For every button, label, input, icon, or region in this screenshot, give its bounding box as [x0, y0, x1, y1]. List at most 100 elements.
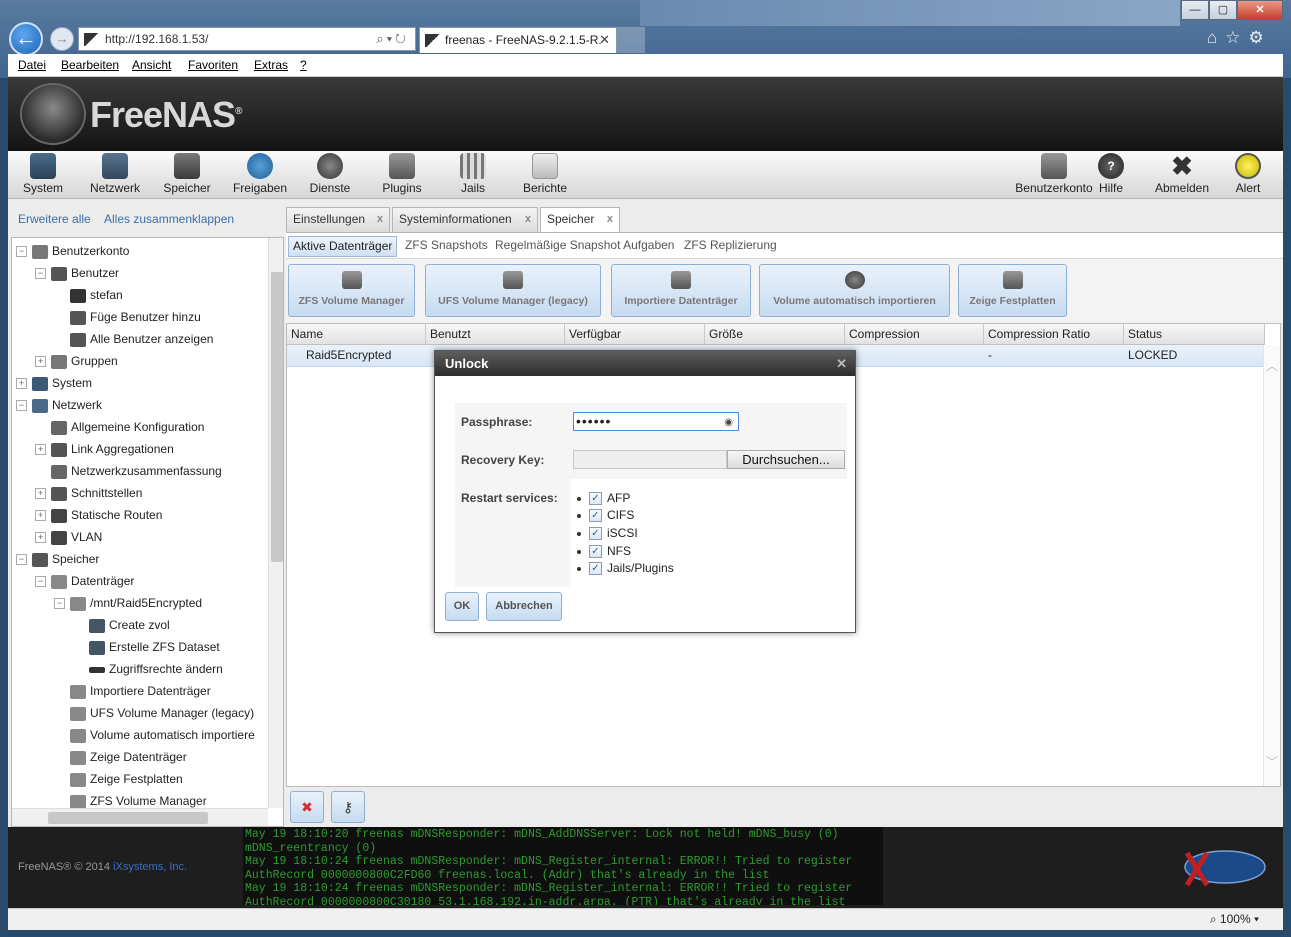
column-benutzt[interactable]: Benutzt — [426, 324, 565, 345]
collapse-icon[interactable]: − — [35, 576, 46, 588]
checkbox-afp[interactable]: ✓ — [589, 492, 602, 506]
column-status[interactable]: Status — [1124, 324, 1265, 345]
collapse-all-link[interactable]: Alles zusammenklappen — [104, 212, 234, 226]
collapse-icon[interactable]: − — [54, 598, 65, 610]
toolbar-system[interactable]: System — [8, 153, 79, 195]
subtab-zfs-snapshots[interactable]: ZFS Snapshots — [401, 236, 492, 257]
menu-help[interactable]: ? — [300, 58, 307, 72]
minimize-button[interactable]: — — [1181, 0, 1209, 20]
address-bar[interactable]: http://192.168.1.53/ ⌕▾↻ — [78, 27, 416, 51]
tree-item-netzwerkzusammenfassung[interactable]: Netzwerkzusammenfassung — [51, 461, 222, 481]
collapse-icon[interactable]: − — [35, 268, 46, 280]
checkbox-iscsi[interactable]: ✓ — [589, 527, 602, 541]
zoom-level[interactable]: ⌕ 100% ▾ — [1210, 912, 1259, 927]
volume-auto-import-button[interactable]: Volume automatisch importieren — [759, 264, 950, 317]
tree-item-volume-auto-import[interactable]: Volume automatisch importiere — [70, 725, 255, 745]
menu-favoriten[interactable]: Favoriten — [188, 58, 238, 72]
toolbar-plugins[interactable]: Plugins — [366, 153, 438, 195]
toolbar-hilfe[interactable]: ? Hilfe — [1075, 153, 1147, 195]
collapse-icon[interactable]: − — [16, 554, 27, 566]
subtab-aktive-datentraeger[interactable]: Aktive Datenträger — [288, 236, 398, 257]
tree-item-link-aggregationen[interactable]: + Link Aggregationen — [35, 439, 174, 459]
zeige-festplatten-button[interactable]: Zeige Festplatten — [958, 264, 1067, 317]
column-groesse[interactable]: Größe — [705, 324, 845, 345]
expand-icon[interactable]: + — [16, 378, 27, 390]
detach-volume-button[interactable]: ✖ — [290, 791, 324, 823]
service-jails-plugins[interactable]: ✓ Jails/Plugins — [577, 560, 674, 577]
tab-speicher[interactable]: Speicher x — [540, 207, 620, 232]
close-window-button[interactable]: ✕ — [1237, 0, 1283, 20]
tab-systeminformationen[interactable]: Systeminformationen x — [392, 207, 538, 232]
menu-datei[interactable]: Datei — [18, 58, 46, 72]
tree-item-benutzerkonto[interactable]: − Benutzerkonto — [16, 241, 129, 261]
tab-close-icon[interactable]: x — [607, 208, 613, 231]
tree-item-raid5encrypted[interactable]: −/mnt/Raid5Encrypted — [54, 593, 202, 613]
toolbar-freigaben[interactable]: Freigaben — [224, 153, 296, 195]
service-nfs[interactable]: ✓ NFS — [577, 543, 631, 560]
tree-item-statische-routen[interactable]: + Statische Routen — [35, 505, 162, 525]
toolbar-dienste[interactable]: Dienste — [294, 153, 366, 195]
toolbar-jails[interactable]: Jails — [437, 153, 509, 195]
service-cifs[interactable]: ✓ CIFS — [577, 507, 634, 524]
tree-item-ufs-volume-manager[interactable]: UFS Volume Manager (legacy) — [70, 703, 254, 723]
collapse-icon[interactable]: − — [16, 246, 27, 258]
column-compression-ratio[interactable]: Compression Ratio — [984, 324, 1124, 345]
menu-extras[interactable]: Extras — [254, 58, 288, 72]
collapse-icon[interactable]: − — [16, 400, 27, 412]
tree-item-datentraeger[interactable]: − Datenträger — [35, 571, 134, 591]
tab-close-icon[interactable]: x — [377, 208, 383, 231]
checkbox-cifs[interactable]: ✓ — [589, 509, 602, 523]
browse-button[interactable]: Durchsuchen... — [727, 450, 845, 469]
tree-item-zeige-datentraeger[interactable]: Zeige Datenträger — [70, 747, 187, 767]
browser-tab[interactable]: freenas - FreeNAS-9.2.1.5-R... ✕ — [419, 27, 617, 53]
importiere-datentraeger-button[interactable]: Importiere Datenträger — [611, 264, 751, 317]
column-verfuegbar[interactable]: Verfügbar — [565, 324, 705, 345]
maximize-button[interactable]: ▢ — [1209, 0, 1237, 20]
checkbox-jails-plugins[interactable]: ✓ — [589, 562, 602, 576]
expand-icon[interactable]: + — [35, 488, 46, 500]
scrollbar-thumb[interactable] — [48, 812, 208, 824]
tree-item-zugriffsrechte[interactable]: Zugriffsrechte ändern — [89, 659, 223, 679]
forward-button[interactable]: → — [50, 27, 74, 51]
menu-bearbeiten[interactable]: Bearbeiten — [61, 58, 119, 72]
expand-icon[interactable]: + — [35, 510, 46, 522]
tree-item-allgemeine-konfiguration[interactable]: Allgemeine Konfiguration — [51, 417, 204, 437]
toolbar-abmelden[interactable]: ✖ Abmelden — [1146, 153, 1218, 195]
tree-item-system[interactable]: + System — [16, 373, 92, 393]
toolbar-speicher[interactable]: Speicher — [151, 153, 223, 195]
expand-icon[interactable]: + — [35, 532, 46, 544]
tree-item-vlan[interactable]: + VLAN — [35, 527, 102, 547]
zfs-volume-manager-button[interactable]: ZFS Volume Manager — [288, 264, 415, 317]
subtab-zfs-replizierung[interactable]: ZFS Replizierung — [680, 236, 781, 257]
tree-item-add-user[interactable]: Füge Benutzer hinzu — [70, 307, 201, 327]
tree-item-benutzer[interactable]: − Benutzer — [35, 263, 119, 283]
reveal-password-icon[interactable]: ◉ — [724, 415, 734, 431]
menu-ansicht[interactable]: Ansicht — [132, 58, 171, 72]
tree-vertical-scrollbar[interactable] — [268, 238, 283, 808]
tree-item-zfs-dataset[interactable]: Erstelle ZFS Dataset — [89, 637, 220, 657]
tree-item-speicher[interactable]: − Speicher — [16, 549, 99, 569]
recovery-key-field[interactable] — [573, 450, 727, 469]
ufs-volume-manager-button[interactable]: UFS Volume Manager (legacy) — [425, 264, 601, 317]
toolbar-alert[interactable]: Alert — [1212, 153, 1283, 195]
tree-item-zeige-festplatten[interactable]: Zeige Festplatten — [70, 769, 183, 789]
tree-item-create-zvol[interactable]: Create zvol — [89, 615, 170, 635]
tree-item-netzwerk[interactable]: − Netzwerk — [16, 395, 102, 415]
new-tab-area[interactable] — [617, 27, 645, 53]
scroll-up-icon[interactable]: ︿ — [1264, 357, 1280, 374]
back-button[interactable]: ← — [9, 22, 43, 56]
column-compression[interactable]: Compression — [845, 324, 984, 345]
passphrase-input[interactable]: •••••• ◉ — [573, 412, 739, 431]
toolbar-berichte[interactable]: Berichte — [509, 153, 581, 195]
tab-close-icon[interactable]: ✕ — [599, 32, 610, 48]
scrollbar-thumb[interactable] — [271, 272, 283, 562]
scroll-down-icon[interactable]: ﹀ — [1264, 753, 1280, 770]
tree-item-all-users[interactable]: Alle Benutzer anzeigen — [70, 329, 213, 349]
key-options-button[interactable]: ⚷ — [331, 791, 365, 823]
search-refresh-icon[interactable]: ⌕▾↻ — [376, 31, 409, 47]
tree-item-importiere-datentraeger[interactable]: Importiere Datenträger — [70, 681, 211, 701]
expand-icon[interactable]: + — [35, 444, 46, 456]
tree-item-stefan[interactable]: stefan — [70, 285, 123, 305]
checkbox-nfs[interactable]: ✓ — [589, 545, 602, 559]
home-star-gear-icon[interactable]: ⌂☆⚙ — [1207, 28, 1272, 48]
